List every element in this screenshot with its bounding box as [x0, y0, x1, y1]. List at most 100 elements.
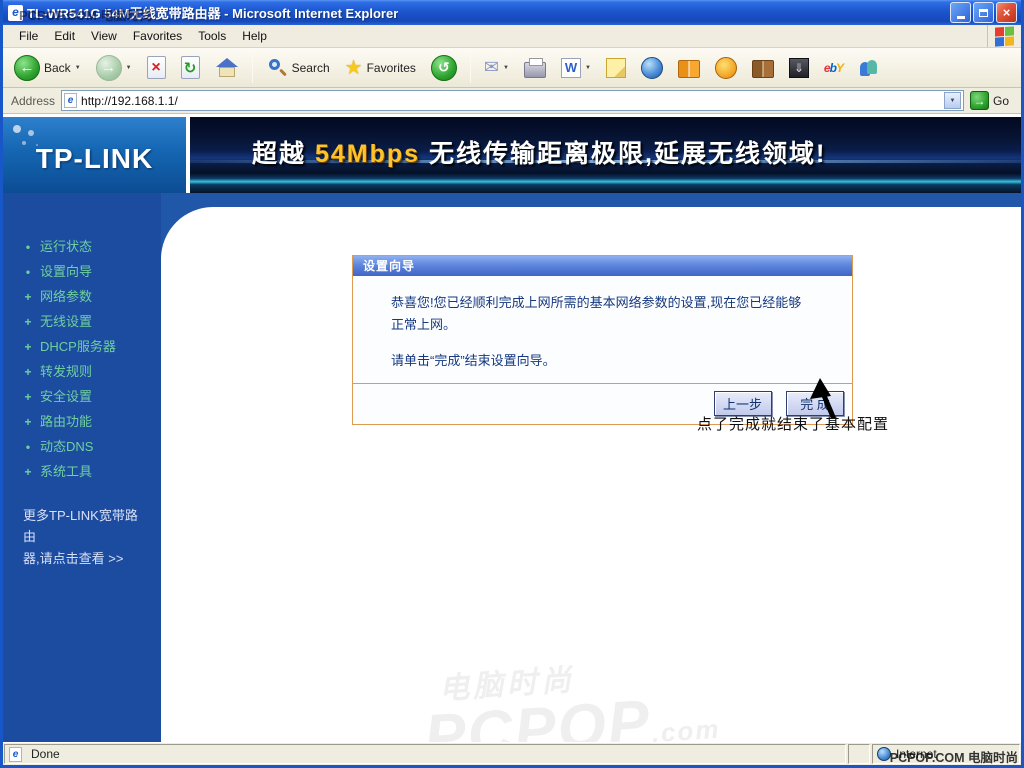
- favorites-button[interactable]: ★ Favorites: [340, 53, 421, 82]
- address-dropdown-icon[interactable]: ▼: [943, 92, 961, 109]
- sidebar-item-network-params[interactable]: + 网络参数: [3, 283, 161, 308]
- sidebar-item-setup-wizard[interactable]: • 设置向导: [3, 258, 161, 283]
- sidebar-item-label: 运行状态: [40, 239, 93, 254]
- sidebar-item-label: 安全设置: [40, 389, 93, 404]
- sidebar-item-routing-function[interactable]: + 路由功能: [3, 408, 161, 433]
- stop-button[interactable]: ×: [142, 54, 171, 81]
- mail-button[interactable]: ✉ ▼: [479, 55, 514, 80]
- back-icon: ←: [14, 54, 40, 81]
- history-icon: ↺: [430, 54, 457, 81]
- back-label: Back: [44, 60, 71, 75]
- sidebar-item-label: 网络参数: [40, 289, 93, 304]
- sticky-note-icon: [605, 57, 626, 78]
- status-message-panel: e Done: [4, 744, 846, 764]
- menu-help[interactable]: Help: [234, 26, 275, 46]
- back-button[interactable]: ← Back ▼: [9, 53, 86, 83]
- sidebar-item-label: 转发规则: [40, 364, 93, 379]
- sidebar-item-label: 路由功能: [40, 414, 93, 429]
- slogan-prefix: 超越: [252, 140, 315, 169]
- banner-row: TP-LINK 超越 54Mbps 无线传输距离极限,延展无线领域!: [3, 117, 1021, 193]
- globe-icon: [640, 56, 663, 79]
- menu-edit[interactable]: Edit: [46, 26, 83, 46]
- address-input[interactable]: [81, 93, 944, 108]
- ebay-button[interactable]: ebY: [819, 59, 848, 77]
- book-magnifier-icon: [751, 60, 774, 78]
- sidebar-item-label: 动态DNS: [40, 439, 94, 454]
- sidebar-item-system-tools[interactable]: + 系统工具: [3, 458, 161, 483]
- edit-dropdown-icon[interactable]: ▼: [585, 65, 591, 71]
- plus-icon: +: [24, 365, 32, 379]
- sidebar-item-label: DHCP服务器: [40, 339, 116, 354]
- wizard-instruction: 请单击“完成”结束设置向导。: [391, 353, 556, 368]
- home-button[interactable]: [210, 54, 244, 82]
- menu-view[interactable]: View: [83, 26, 125, 46]
- history-button[interactable]: ↺: [426, 53, 462, 83]
- watermark-suffix: .com: [650, 713, 722, 742]
- menu-tools[interactable]: Tools: [190, 26, 234, 46]
- plus-icon: +: [24, 415, 32, 429]
- download-manager-button[interactable]: ⇓: [784, 56, 814, 80]
- forward-button[interactable]: → ▼: [91, 53, 137, 83]
- sidebar-item-dhcp-server[interactable]: + DHCP服务器: [3, 333, 161, 358]
- sidebar-item-running-status[interactable]: • 运行状态: [3, 233, 161, 258]
- edit-button[interactable]: W ▼: [556, 56, 596, 80]
- browser-window: e TL-WR541G 54M无线宽带路由器 - Microsoft Inter…: [0, 0, 1024, 768]
- slogan-highlight: 54Mbps: [314, 140, 421, 169]
- mail-dropdown-icon[interactable]: ▼: [503, 65, 509, 71]
- bullet-icon: •: [25, 265, 31, 279]
- book-icon: [677, 60, 700, 78]
- toolbar-separator: [251, 52, 253, 83]
- messenger-people-icon: [858, 57, 880, 79]
- setup-wizard-panel: 设置向导 恭喜您!您已经顺利完成上网所需的基本网络参数的设置,现在您已经能够正常…: [352, 255, 853, 425]
- logo-text: TP-LINK: [35, 143, 154, 174]
- status-bar: e Done Internet PCPOP.COM 电脑时尚: [3, 742, 1021, 765]
- back-dropdown-icon[interactable]: ▼: [75, 65, 81, 71]
- address-label: Address: [11, 93, 56, 108]
- mail-icon: ✉: [483, 57, 500, 77]
- toolbar: ← Back ▼ → ▼ × ↻ Search ★ Favorites ↺ ✉ …: [3, 48, 1021, 88]
- bookmark-book-button[interactable]: [673, 55, 705, 80]
- bullet-icon: •: [25, 240, 31, 254]
- page-background: 设置向导 恭喜您!您已经顺利完成上网所需的基本网络参数的设置,现在您已经能够正常…: [161, 207, 1021, 742]
- messenger-globe-button[interactable]: [636, 55, 668, 81]
- edit-word-icon: W: [560, 57, 581, 78]
- close-button[interactable]: ×: [996, 2, 1017, 23]
- print-button[interactable]: [519, 56, 551, 80]
- page-icon: e: [9, 746, 22, 762]
- sidebar-item-forwarding-rules[interactable]: + 转发规则: [3, 358, 161, 383]
- messenger-button[interactable]: [853, 55, 885, 81]
- sidebar-more-link[interactable]: 更多TP-LINK宽带路由 器,请点击查看 >>: [3, 505, 161, 569]
- sidebar-item-label: 系统工具: [40, 464, 93, 479]
- sidebar-item-security-settings[interactable]: + 安全设置: [3, 383, 161, 408]
- menu-file[interactable]: File: [11, 26, 46, 46]
- restore-button[interactable]: [973, 2, 994, 23]
- search-button[interactable]: Search: [261, 55, 335, 81]
- ad-banner: 超越 54Mbps 无线传输距离极限,延展无线领域!: [190, 117, 1021, 193]
- research-button[interactable]: [747, 55, 779, 80]
- annotation-text: 点了完成就结束了基本配置: [697, 416, 890, 433]
- go-icon: →: [969, 91, 989, 110]
- status-text: Done: [31, 747, 60, 761]
- go-label: Go: [992, 93, 1009, 108]
- cat-mascot-icon: [714, 56, 737, 79]
- bullet-icon: •: [25, 440, 31, 454]
- forward-dropdown-icon[interactable]: ▼: [126, 65, 132, 71]
- address-field: e ▼: [61, 90, 964, 111]
- menu-favorites[interactable]: Favorites: [125, 26, 190, 46]
- window-title: TL-WR541G 54M无线宽带路由器 - Microsoft Interne…: [27, 6, 399, 21]
- sidebar-item-wireless-settings[interactable]: + 无线设置: [3, 308, 161, 333]
- search-label: Search: [291, 60, 330, 75]
- address-bar: Address e ▼ → Go: [3, 88, 1021, 114]
- windows-logo-icon: [987, 25, 1021, 47]
- sidebar-nav: • 运行状态 • 设置向导 + 网络参数 + 无线设置 + DHCP服务器 + …: [3, 193, 161, 742]
- minimize-button[interactable]: [950, 2, 971, 23]
- assistant-button[interactable]: [710, 55, 742, 81]
- sidebar-item-dynamic-dns[interactable]: • 动态DNS: [3, 433, 161, 458]
- watermark-stamp-status: PCPOP.COM 电脑时尚: [889, 751, 1018, 765]
- plus-icon: +: [24, 390, 32, 404]
- refresh-button[interactable]: ↻: [176, 54, 205, 81]
- title-bar: e TL-WR541G 54M无线宽带路由器 - Microsoft Inter…: [3, 0, 1021, 25]
- go-button[interactable]: → Go: [969, 91, 1017, 110]
- watermark-line2: PCPOP: [422, 687, 654, 742]
- notes-button[interactable]: [601, 56, 631, 80]
